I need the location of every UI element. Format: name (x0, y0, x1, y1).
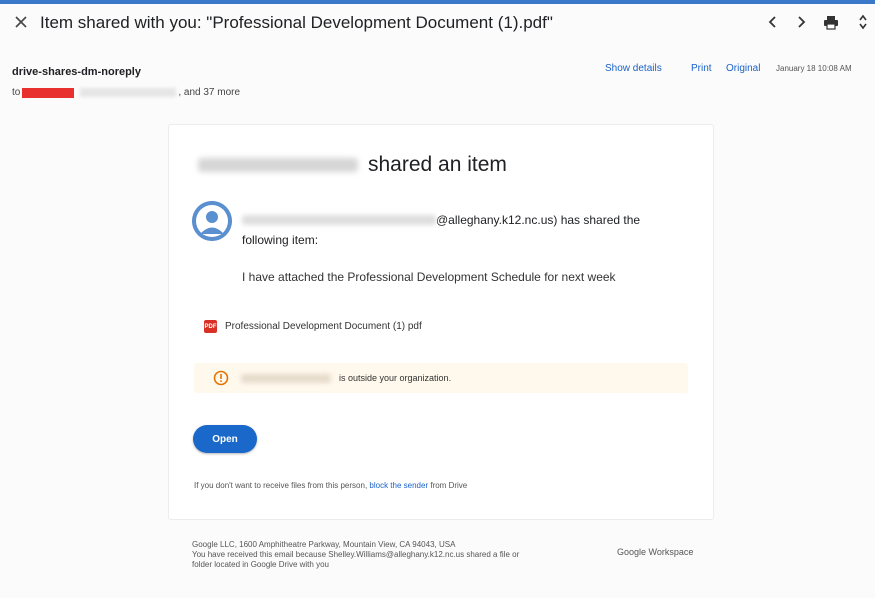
email-footer: Google LLC, 1600 Amphitheatre Parkway, M… (192, 540, 612, 570)
shared-item-heading: shared an item (368, 153, 507, 176)
external-warning: is outside your organization. (194, 363, 688, 393)
block-sender-link[interactable]: block the sender (369, 481, 428, 490)
footer-reason-line1: You have received this email because She… (192, 550, 520, 559)
blurred-sender-name (198, 158, 358, 172)
shared-file-link[interactable]: PDF Professional Development Document (1… (204, 320, 422, 333)
footnote-suffix: from Drive (430, 481, 468, 490)
chevron-right-icon[interactable] (791, 12, 811, 32)
sender-name: drive-shares-dm-noreply (12, 66, 141, 78)
email-date: January 18 10:08 AM (776, 64, 852, 73)
warning-icon (213, 370, 229, 386)
to-label: to (12, 87, 21, 98)
avatar (192, 201, 232, 241)
file-name: Professional Development Document (1) pd… (225, 321, 422, 332)
redacted-recipient (22, 87, 75, 98)
google-workspace-logo: Google Workspace (617, 547, 694, 557)
close-icon[interactable] (10, 11, 32, 33)
blurred-recipient (80, 88, 177, 97)
share-note: I have attached the Professional Develop… (242, 270, 616, 284)
warning-text: is outside your organization. (339, 373, 452, 383)
original-link[interactable]: Original (726, 63, 760, 74)
pdf-icon: PDF (204, 320, 217, 333)
share-message-line1: @alleghany.k12.nc.us) has shared the (242, 213, 640, 227)
footer-address: Google LLC, 1600 Amphitheatre Parkway, M… (192, 540, 456, 549)
blurred-sender-email (242, 215, 436, 225)
footer-reason-line2: folder located in Google Drive with you (192, 560, 329, 569)
print-link[interactable]: Print (691, 63, 712, 74)
email-subject: Item shared with you: "Professional Deve… (40, 13, 553, 32)
chevron-left-icon[interactable] (763, 12, 783, 32)
more-recipients: , and 37 more (178, 87, 241, 98)
expand-collapse-icon[interactable] (853, 12, 873, 32)
sender-email-suffix: @alleghany.k12.nc.us) has shared the (436, 213, 641, 227)
print-icon[interactable] (821, 12, 841, 32)
footnote-prefix: If you don't want to receive files from … (194, 481, 368, 490)
recipients-line[interactable]: to , and 37 more (12, 87, 240, 98)
card-title: shared an item (198, 153, 507, 177)
blurred-sender (241, 373, 331, 383)
message-header: Item shared with you: "Professional Deve… (0, 4, 875, 44)
share-message-line2: following item: (242, 233, 319, 247)
open-button[interactable]: Open (193, 425, 257, 453)
show-details-link[interactable]: Show details (605, 63, 662, 74)
block-sender-note: If you don't want to receive files from … (194, 481, 467, 490)
person-icon (192, 201, 232, 241)
